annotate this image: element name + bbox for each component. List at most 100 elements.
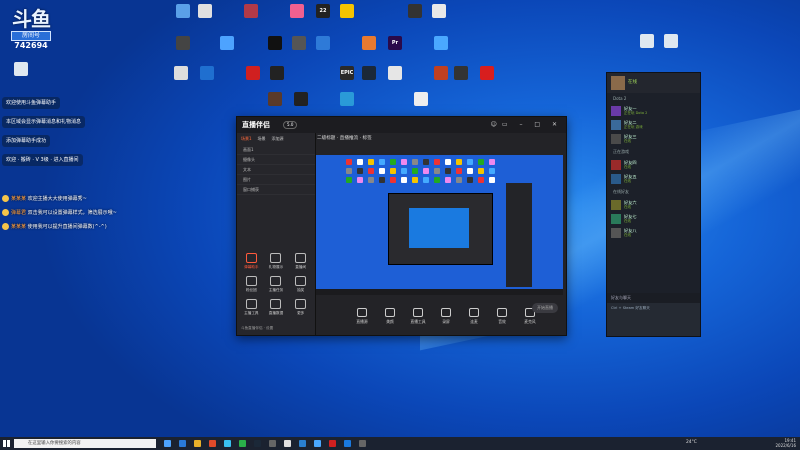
desktop-icon[interactable]	[288, 36, 310, 50]
taskbar-app-icon[interactable]	[164, 440, 171, 447]
desktop-icon[interactable]	[384, 66, 406, 80]
avatar	[611, 106, 621, 116]
taskbar-app-icon[interactable]	[269, 440, 276, 447]
tool-button[interactable]: 抽奖	[288, 276, 313, 293]
start-live-button[interactable]: 开始直播	[532, 303, 558, 313]
desktop-icon[interactable]	[264, 36, 286, 50]
tool-button[interactable]: 主播任务	[264, 276, 289, 293]
desktop-icon[interactable]	[312, 36, 334, 50]
avatar[interactable]	[611, 76, 625, 90]
desktop-icon[interactable]	[430, 36, 452, 50]
desktop-icon[interactable]	[476, 66, 498, 80]
control-icon	[469, 307, 479, 317]
desktop-icon[interactable]	[266, 66, 288, 80]
desktop-icon[interactable]	[430, 66, 452, 80]
desktop-icon[interactable]: EPIC	[336, 66, 358, 80]
tab-add-source[interactable]: 添加源	[272, 136, 284, 142]
taskbar-app-icon[interactable]	[194, 440, 201, 447]
desktop-icon[interactable]	[636, 34, 658, 48]
friend-status: 正在玩 Dota 2	[624, 111, 648, 115]
taskbar-search[interactable]: 在这里输入你要搜索的内容	[14, 439, 156, 448]
tool-button[interactable]: 主播工具	[239, 299, 264, 316]
friend-row[interactable]: 好友六 在线	[611, 198, 700, 212]
app-icon: EPIC	[340, 66, 354, 80]
preview-icon	[401, 168, 407, 174]
taskbar-app-icon[interactable]	[329, 440, 336, 447]
taskbar-app-icon[interactable]	[224, 440, 231, 447]
clock[interactable]: 19:41 2022/6/16	[775, 438, 796, 448]
friend-row[interactable]: 好友一 正在玩 Dota 2	[611, 104, 700, 118]
tool-button[interactable]: 粉丝团	[239, 276, 264, 293]
streaming-app-window[interactable]: 直播伴侣 5.0 ☺▭ – □ ✕ 场景1 场景 添加源 画面1 摄像头 文本 …	[236, 116, 567, 336]
friend-row[interactable]: 好友五 在线	[611, 172, 700, 186]
tool-button[interactable]: 直播数据	[264, 299, 289, 316]
control-button[interactable]: 音效	[494, 307, 510, 325]
desktop-icon[interactable]	[216, 36, 238, 50]
control-button[interactable]: 录屏	[438, 307, 454, 325]
desktop-icon[interactable]	[264, 92, 286, 106]
tool-icon	[295, 276, 307, 286]
scene-item[interactable]: 画面1	[237, 145, 315, 155]
taskbar-app-icon[interactable]	[254, 440, 261, 447]
weather-temp[interactable]: 24°C	[686, 440, 697, 445]
tab-scene[interactable]: 场景	[258, 136, 266, 142]
control-button[interactable]: 直播源	[354, 307, 370, 325]
control-button[interactable]: 美颜	[382, 307, 398, 325]
desktop-icon[interactable]	[404, 4, 426, 18]
scene-item[interactable]: 窗口捕获	[237, 185, 315, 195]
app-icon: Pr	[388, 36, 402, 50]
preview-icon	[368, 168, 374, 174]
desktop-icon[interactable]	[194, 4, 216, 18]
tool-button[interactable]: 礼物展示	[264, 253, 289, 270]
desktop-icon[interactable]	[450, 66, 472, 80]
tool-button[interactable]: 更多	[288, 299, 313, 316]
friend-row[interactable]: 好友四 在线	[611, 158, 700, 172]
desktop-icon[interactable]	[196, 66, 218, 80]
taskbar-app-icon[interactable]	[314, 440, 321, 447]
titlebar[interactable]: 直播伴侣 5.0 ☺▭ – □ ✕	[237, 117, 566, 133]
scene-item[interactable]: 图片	[237, 175, 315, 185]
taskbar-app-icon[interactable]	[239, 440, 246, 447]
tab-scene1[interactable]: 场景1	[241, 136, 252, 142]
window-controls[interactable]: ☺▭ – □ ✕	[491, 121, 562, 128]
friend-row[interactable]: 好友七 在线	[611, 212, 700, 226]
desktop-icon[interactable]	[358, 66, 380, 80]
preview-icon	[445, 177, 451, 183]
friend-row[interactable]: 好友二 正在玩 游戏	[611, 118, 700, 132]
desktop-icon[interactable]	[290, 92, 312, 106]
taskbar-app-icon[interactable]	[344, 440, 351, 447]
tool-button[interactable]: 直播间	[288, 253, 313, 270]
control-button[interactable]: 连麦	[466, 307, 482, 325]
desktop-icon[interactable]	[410, 92, 432, 106]
desktop-icon[interactable]	[242, 66, 264, 80]
desktop-icon[interactable]	[172, 4, 194, 18]
desktop-icon[interactable]	[358, 36, 380, 50]
desktop-icon[interactable]	[660, 34, 682, 48]
preview-icon	[379, 177, 385, 183]
control-button[interactable]: 直播工具	[410, 307, 426, 325]
windows-start-icon[interactable]	[3, 440, 10, 447]
scene-item[interactable]: 文本	[237, 165, 315, 175]
taskbar-app-icon[interactable]	[299, 440, 306, 447]
taskbar-app-icon[interactable]	[284, 440, 291, 447]
desktop-icon[interactable]	[170, 66, 192, 80]
friend-row[interactable]: 好友三 在线	[611, 132, 700, 146]
desktop-icon[interactable]	[336, 92, 358, 106]
taskbar-app-icon[interactable]	[209, 440, 216, 447]
desktop-icon[interactable]	[336, 4, 358, 18]
desktop-icon[interactable]	[10, 62, 32, 76]
scene-item[interactable]: 摄像头	[237, 155, 315, 165]
desktop-icon[interactable]	[428, 4, 450, 18]
desktop-icon[interactable]: Pr	[384, 36, 406, 50]
desktop-icon[interactable]	[286, 4, 308, 18]
taskbar-app-icon[interactable]	[179, 440, 186, 447]
friend-row[interactable]: 好友八 在线	[611, 226, 700, 240]
steam-friends-panel[interactable]: 在线 Dota 2 好友一 正在玩 Dota 2 好友二 正在玩 游戏 好友三 在线 正在…	[606, 72, 701, 337]
emoji-icon	[2, 195, 9, 202]
taskbar-app-icon[interactable]	[359, 440, 366, 447]
desktop-icon[interactable]	[240, 4, 262, 18]
desktop-icon[interactable]	[172, 36, 194, 50]
tool-button[interactable]: 弹幕助手	[239, 253, 264, 270]
desktop-icon[interactable]: 22	[312, 4, 334, 18]
steam-chat-box[interactable]: 好友与聊天 Ctrl + Steam 好友聊天	[607, 293, 700, 336]
